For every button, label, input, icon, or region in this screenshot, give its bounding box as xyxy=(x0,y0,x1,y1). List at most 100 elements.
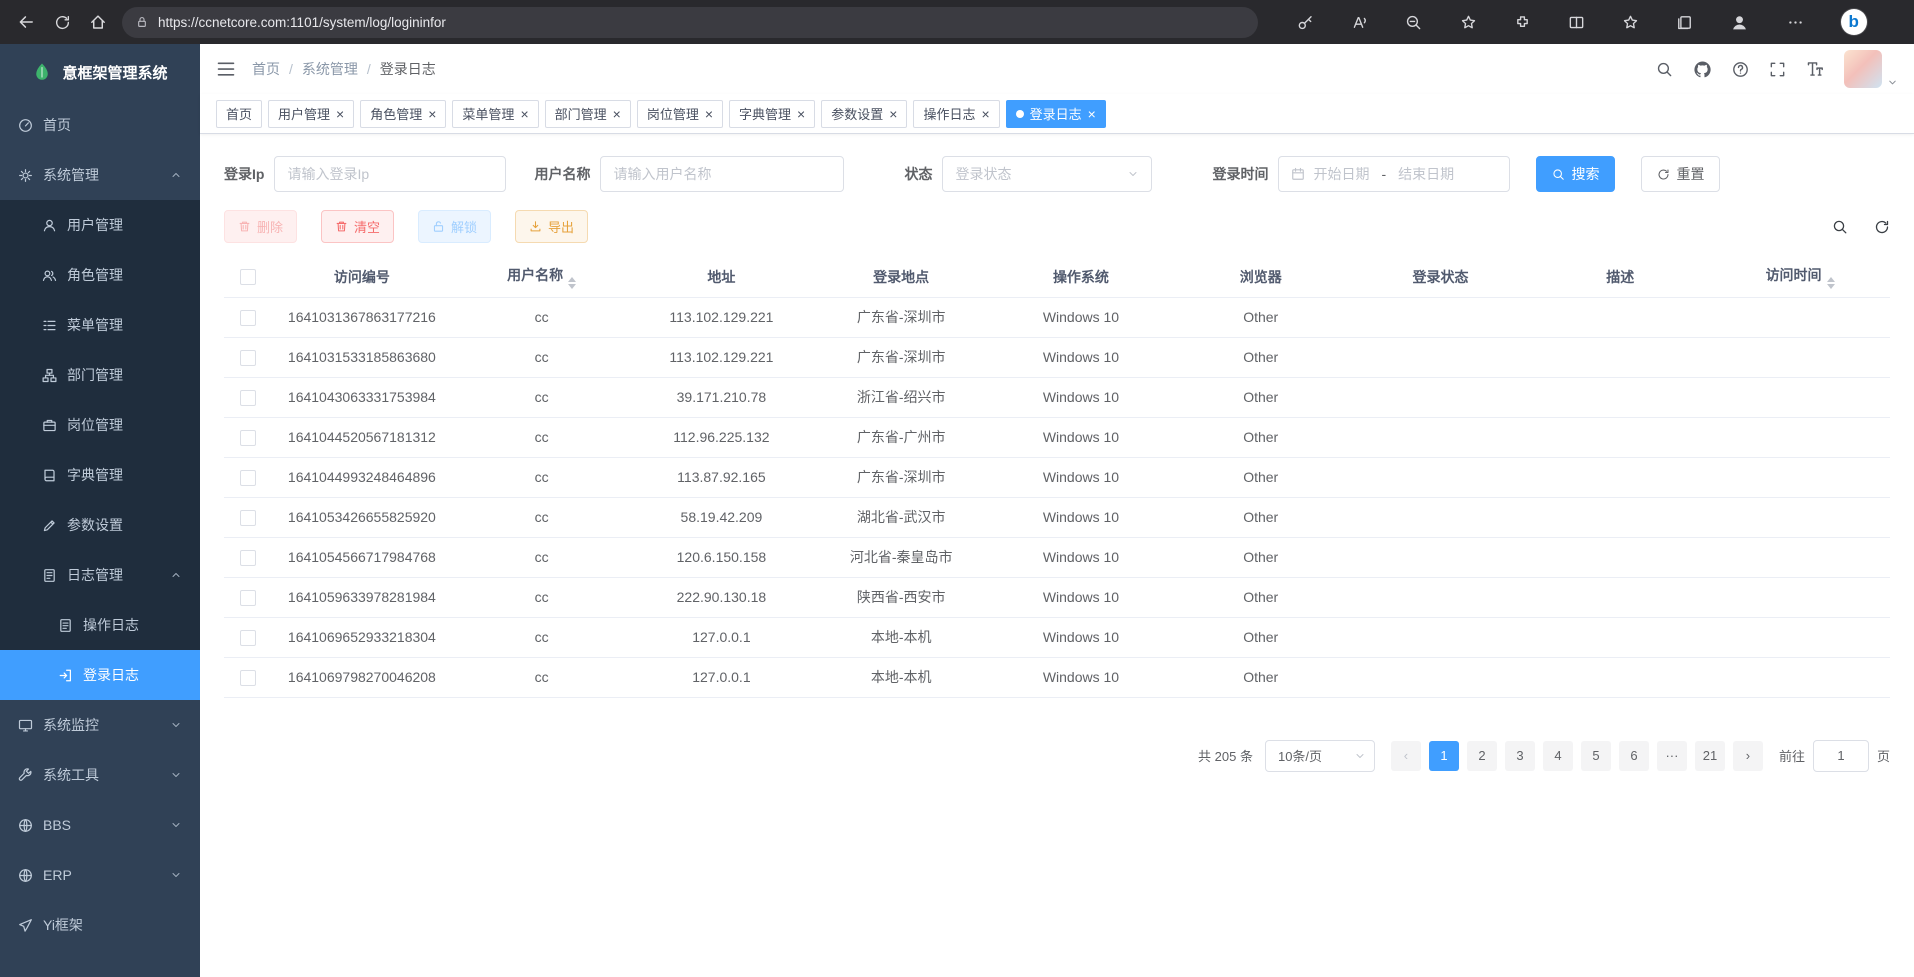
sidebar-item-bbs[interactable]: BBS xyxy=(0,800,200,850)
fullscreen-icon[interactable] xyxy=(1769,61,1786,78)
tab-home[interactable]: 首页 xyxy=(216,100,262,128)
sidebar-item-param-settings[interactable]: 参数设置 xyxy=(0,500,200,550)
help-icon[interactable] xyxy=(1732,61,1749,78)
sidebar-item-erp[interactable]: ERP xyxy=(0,850,200,900)
row-checkbox[interactable] xyxy=(240,390,256,406)
tab-close-icon[interactable]: × xyxy=(705,107,713,121)
row-checkbox[interactable] xyxy=(240,550,256,566)
extensions-icon[interactable] xyxy=(1514,14,1531,31)
goto-page-input[interactable] xyxy=(1813,740,1869,772)
row-checkbox[interactable] xyxy=(240,350,256,366)
unlock-button[interactable]: 解锁 xyxy=(418,210,491,243)
tab-param-settings[interactable]: 参数设置× xyxy=(821,100,907,128)
user-avatar[interactable] xyxy=(1844,50,1882,88)
browser-more-icon[interactable] xyxy=(1787,14,1804,31)
tab-dict-management[interactable]: 字典管理× xyxy=(729,100,815,128)
tab-close-icon[interactable]: × xyxy=(1088,107,1096,121)
user-name-input[interactable] xyxy=(600,156,844,192)
tab-menu-management[interactable]: 菜单管理× xyxy=(452,100,538,128)
sidebar-item-post-management[interactable]: 岗位管理 xyxy=(0,400,200,450)
tab-close-icon[interactable]: × xyxy=(428,107,436,121)
header-search-icon[interactable] xyxy=(1656,61,1673,78)
menu-fold-icon[interactable] xyxy=(216,59,236,79)
password-manager-icon[interactable] xyxy=(1297,14,1314,31)
row-checkbox[interactable] xyxy=(240,310,256,326)
table-refresh-icon[interactable] xyxy=(1874,219,1890,235)
collections-icon[interactable] xyxy=(1676,14,1693,31)
page-button-5[interactable]: 5 xyxy=(1581,741,1611,771)
split-screen-icon[interactable] xyxy=(1568,14,1585,31)
prev-page-button[interactable]: ‹ xyxy=(1391,741,1421,771)
browser-refresh-button[interactable] xyxy=(44,4,80,40)
page-size-select[interactable]: 10条/页 xyxy=(1265,740,1375,772)
row-checkbox[interactable] xyxy=(240,430,256,446)
sidebar-item-role-management[interactable]: 角色管理 xyxy=(0,250,200,300)
read-aloud-icon[interactable] xyxy=(1351,14,1368,31)
more-pages-button[interactable]: ··· xyxy=(1657,741,1687,771)
sidebar-item-login-log[interactable]: 登录日志 xyxy=(0,650,200,700)
login-ip-field[interactable] xyxy=(287,166,493,182)
delete-button[interactable]: 删除 xyxy=(224,210,297,243)
sidebar-item-dept-management[interactable]: 部门管理 xyxy=(0,350,200,400)
page-button-3[interactable]: 3 xyxy=(1505,741,1535,771)
tab-close-icon[interactable]: × xyxy=(336,107,344,121)
reset-button[interactable]: 重置 xyxy=(1641,156,1720,192)
tab-dept-management[interactable]: 部门管理× xyxy=(545,100,631,128)
tab-close-icon[interactable]: × xyxy=(613,107,621,121)
sidebar-item-system-tools[interactable]: 系统工具 xyxy=(0,750,200,800)
page-button-6[interactable]: 6 xyxy=(1619,741,1649,771)
breadcrumb-home[interactable]: 首页 xyxy=(252,59,280,79)
row-checkbox[interactable] xyxy=(240,630,256,646)
zoom-icon[interactable] xyxy=(1405,14,1422,31)
next-page-button[interactable]: › xyxy=(1733,741,1763,771)
row-checkbox[interactable] xyxy=(240,590,256,606)
sidebar-item-user-management[interactable]: 用户管理 xyxy=(0,200,200,250)
status-select[interactable]: 登录状态 xyxy=(942,156,1152,192)
page-button-2[interactable]: 2 xyxy=(1467,741,1497,771)
sidebar-item-system-management[interactable]: 系统管理 xyxy=(0,150,200,200)
font-size-icon[interactable] xyxy=(1806,60,1824,78)
tab-login-log[interactable]: 登录日志× xyxy=(1006,100,1106,128)
browser-address-bar[interactable]: https://ccnetcore.com:1101/system/log/lo… xyxy=(122,7,1258,38)
row-checkbox[interactable] xyxy=(240,670,256,686)
tab-post-management[interactable]: 岗位管理× xyxy=(637,100,723,128)
bing-icon[interactable]: b xyxy=(1841,9,1867,35)
tab-close-icon[interactable]: × xyxy=(889,107,897,121)
tab-role-management[interactable]: 角色管理× xyxy=(360,100,446,128)
browser-back-button[interactable] xyxy=(8,4,44,40)
user-menu[interactable] xyxy=(1844,50,1898,88)
breadcrumb-system[interactable]: 系统管理 xyxy=(302,59,358,79)
tab-user-management[interactable]: 用户管理× xyxy=(268,100,354,128)
page-button-21[interactable]: 21 xyxy=(1695,741,1725,771)
sidebar-item-yi-framework[interactable]: Yi框架 xyxy=(0,900,200,950)
user-name-field[interactable] xyxy=(613,166,831,182)
column-header-user-name[interactable]: 用户名称 xyxy=(452,257,632,297)
sidebar-item-log-management[interactable]: 日志管理 xyxy=(0,550,200,600)
sort-icon[interactable] xyxy=(568,277,576,289)
sort-icon[interactable] xyxy=(1827,277,1835,289)
toggle-search-icon[interactable] xyxy=(1832,219,1848,235)
page-button-4[interactable]: 4 xyxy=(1543,741,1573,771)
clear-button[interactable]: 清空 xyxy=(321,210,394,243)
site-info-lock-icon[interactable] xyxy=(135,15,149,29)
row-checkbox[interactable] xyxy=(240,510,256,526)
browser-home-button[interactable] xyxy=(80,4,116,40)
sidebar-item-home[interactable]: 首页 xyxy=(0,100,200,150)
column-header-visit-time[interactable]: 访问时间 xyxy=(1710,257,1890,297)
search-button[interactable]: 搜索 xyxy=(1536,156,1615,192)
add-favorite-icon[interactable] xyxy=(1460,14,1477,31)
date-range-input[interactable]: 开始日期 - 结束日期 xyxy=(1278,156,1510,192)
sidebar-item-menu-management[interactable]: 菜单管理 xyxy=(0,300,200,350)
row-checkbox[interactable] xyxy=(240,470,256,486)
export-button[interactable]: 导出 xyxy=(515,210,588,243)
tab-operation-log[interactable]: 操作日志× xyxy=(913,100,999,128)
favorites-bar-icon[interactable] xyxy=(1622,14,1639,31)
browser-profile-icon[interactable] xyxy=(1730,13,1749,32)
select-all-checkbox[interactable] xyxy=(240,269,256,285)
github-icon[interactable] xyxy=(1693,60,1712,79)
sidebar-item-system-monitor[interactable]: 系统监控 xyxy=(0,700,200,750)
tab-close-icon[interactable]: × xyxy=(520,107,528,121)
page-button-1[interactable]: 1 xyxy=(1429,741,1459,771)
sidebar-item-dict-management[interactable]: 字典管理 xyxy=(0,450,200,500)
login-ip-input[interactable] xyxy=(274,156,506,192)
